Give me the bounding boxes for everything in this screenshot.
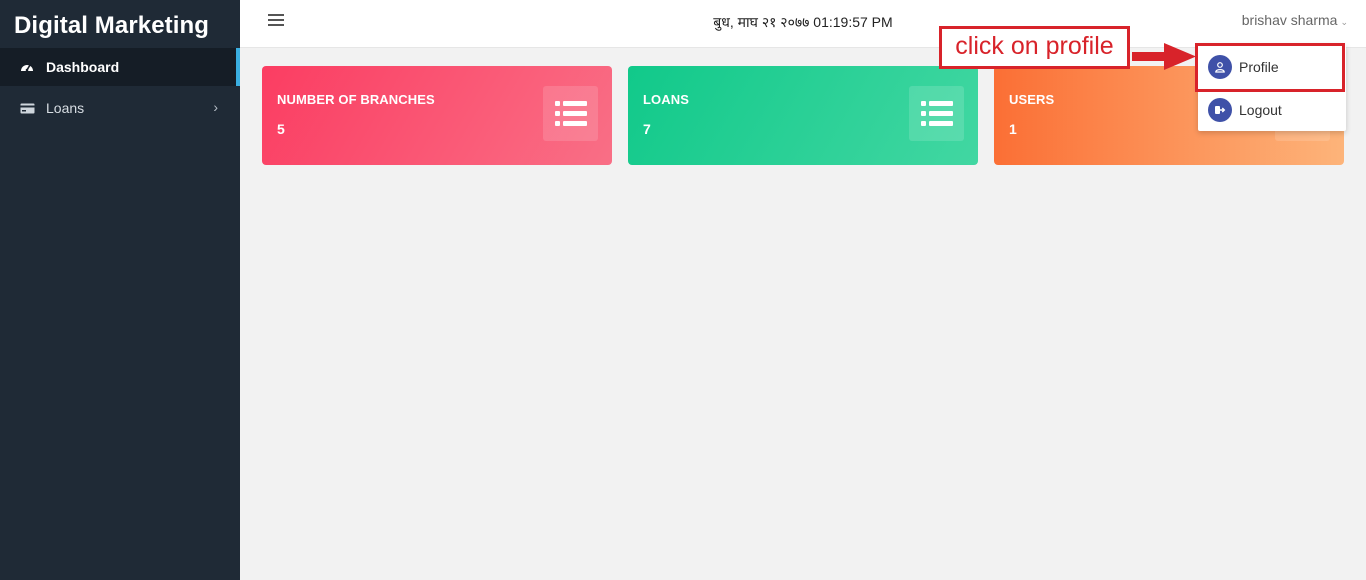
brand-title: Digital Marketing (0, 0, 240, 48)
stat-card-loans[interactable]: LOANS 7 (628, 66, 978, 165)
chevron-down-icon: ⌄ (1340, 17, 1348, 27)
chevron-right-icon: › (213, 99, 218, 115)
sidebar-item-dashboard[interactable]: Dashboard (0, 48, 240, 86)
dashboard-icon (18, 58, 36, 76)
annotation-highlight-box (1195, 43, 1345, 92)
user-menu-toggle[interactable]: brishav sharma ⌄ (1242, 12, 1348, 28)
wallet-icon (18, 99, 36, 117)
menu-item-label: Logout (1239, 102, 1282, 118)
sidebar-item-label: Loans (46, 100, 85, 116)
sidebar-item-loans[interactable]: Loans › (0, 88, 240, 128)
stat-card-branches[interactable]: NUMBER OF BRANCHES 5 (262, 66, 612, 165)
annotation-arrow-icon (1132, 43, 1196, 70)
list-icon (543, 86, 598, 141)
topbar: बुध, माघ २१ २०७७ 01:19:57 PM brishav sha… (240, 0, 1366, 48)
logout-icon (1208, 98, 1232, 122)
list-icon (909, 86, 964, 141)
logout-menu-item[interactable]: Logout (1198, 91, 1346, 129)
sidebar-item-label: Dashboard (46, 59, 120, 75)
annotation-callout: click on profile (939, 26, 1130, 69)
datetime-display: बुध, माघ २१ २०७७ 01:19:57 PM (713, 14, 893, 30)
user-name: brishav sharma (1241, 12, 1338, 28)
sidebar: Digital Marketing Dashboard Loans › (0, 0, 240, 580)
